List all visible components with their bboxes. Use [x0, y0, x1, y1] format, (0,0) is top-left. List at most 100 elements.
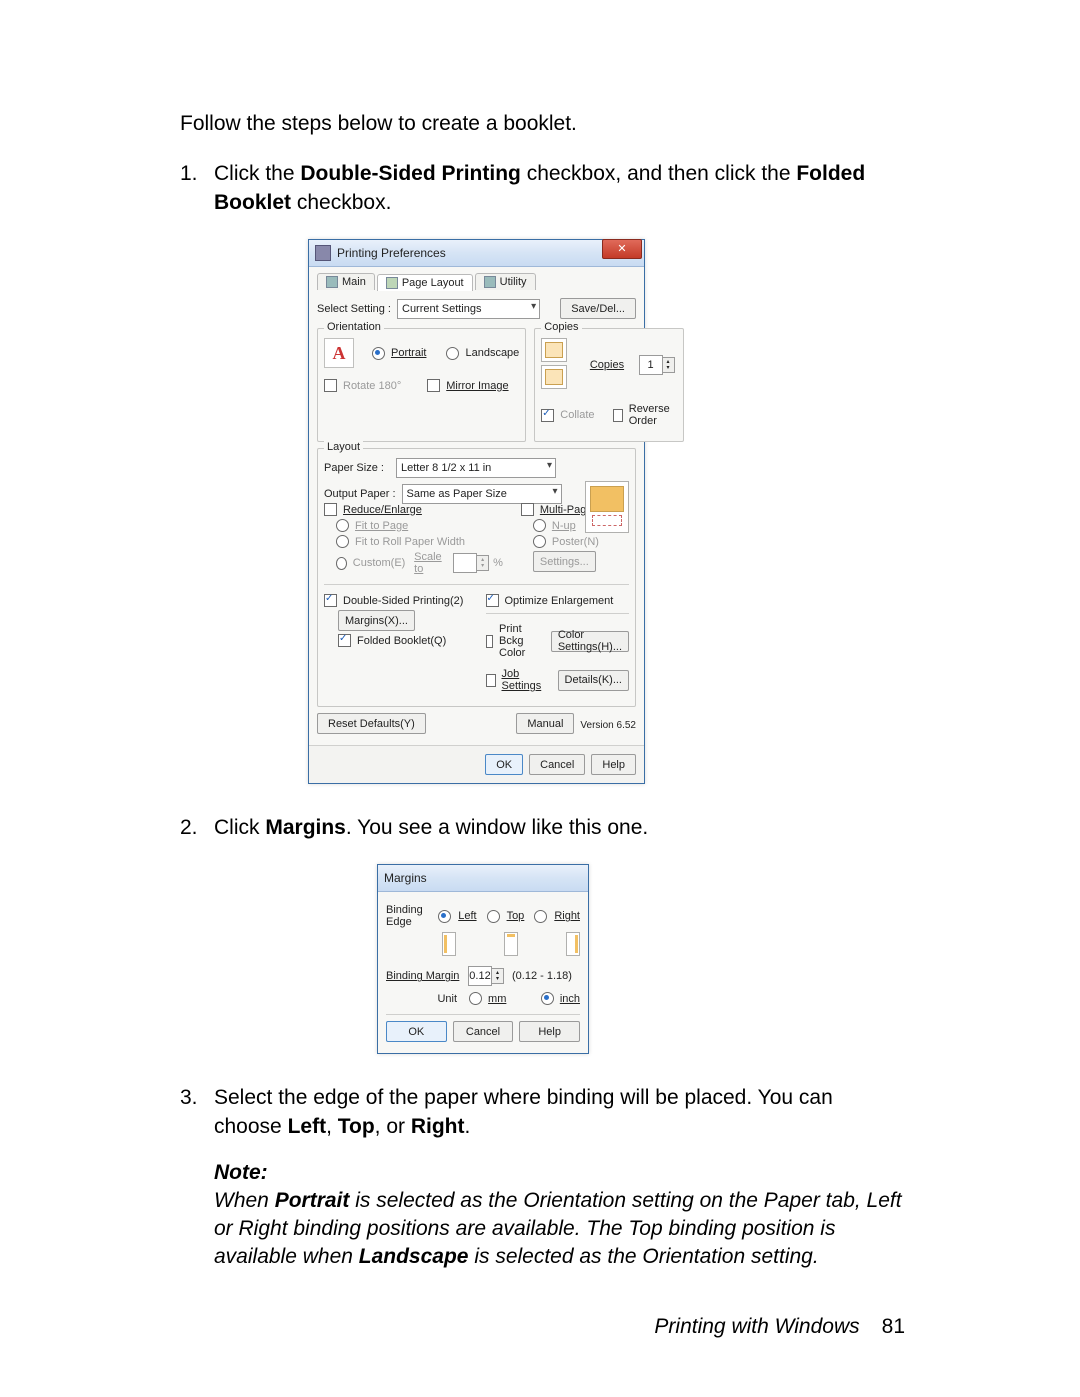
step-3-body: Select the edge of the paper where bindi… — [214, 1084, 905, 1270]
scale-to-label: Scale to — [414, 551, 446, 575]
print-bkg-label: Print Bckg Color — [499, 623, 539, 659]
collate-checkbox[interactable] — [541, 409, 554, 422]
edge-right-radio[interactable] — [534, 910, 547, 923]
tab-main[interactable]: Main — [317, 273, 375, 290]
job-settings-label: Job Settings — [502, 668, 546, 692]
tab-utility[interactable]: Utility — [475, 273, 536, 290]
step-2-body: Click Margins. You see a window like thi… — [214, 814, 905, 842]
margins-title: Margins — [384, 871, 584, 885]
cancel-button[interactable]: Cancel — [529, 754, 585, 775]
unit-inch-radio[interactable] — [541, 992, 554, 1005]
edge-left-icon — [442, 932, 456, 956]
collate-label: Collate — [560, 409, 594, 421]
job-settings-checkbox[interactable] — [486, 674, 496, 687]
custom-label: Custom(E) — [353, 557, 406, 569]
nup-label: N-up — [552, 520, 576, 532]
intro-text: Follow the steps below to create a bookl… — [180, 110, 905, 138]
step-3-num: 3. — [180, 1084, 214, 1270]
copies-spinner[interactable]: 1 — [639, 355, 663, 375]
mirror-label: Mirror Image — [446, 380, 508, 392]
margins-titlebar: Margins — [378, 865, 588, 892]
layout-tab-icon — [386, 277, 398, 289]
copies-frame: Copies Copies 1 Collate Reverse Order — [534, 328, 683, 442]
note-seg3: is selected as the Orientation setting. — [468, 1245, 818, 1268]
details-button[interactable]: Details(K)... — [558, 670, 629, 691]
manual-button[interactable]: Manual — [516, 713, 574, 734]
footer-page-number: 81 — [882, 1315, 905, 1338]
note-head: Note: — [214, 1159, 905, 1187]
optimize-enlargement-checkbox[interactable] — [486, 594, 499, 607]
page-footer: Printing with Windows81 — [654, 1315, 905, 1339]
rotate-checkbox[interactable] — [324, 379, 337, 392]
orientation-frame: Orientation A Portrait Landscape Rotate … — [317, 328, 526, 442]
print-bkg-checkbox[interactable] — [486, 635, 494, 648]
scale-spinner[interactable] — [453, 553, 477, 573]
close-icon[interactable] — [602, 239, 642, 259]
step3-b1: Left — [288, 1115, 327, 1138]
layout-preview-icon — [585, 481, 629, 533]
output-paper-dropdown[interactable]: Same as Paper Size — [402, 484, 562, 504]
color-settings-button[interactable]: Color Settings(H)... — [551, 631, 629, 652]
step-3: 3. Select the edge of the paper where bi… — [180, 1084, 905, 1270]
landscape-radio[interactable] — [446, 347, 459, 360]
binding-margin-spinner[interactable]: 0.12 — [468, 966, 492, 986]
margins-button[interactable]: Margins(X)... — [338, 610, 415, 631]
rotate-label: Rotate 180° — [343, 380, 401, 392]
unit-mm-label: mm — [488, 993, 506, 1005]
margins-ok-button[interactable]: OK — [386, 1021, 447, 1042]
printing-preferences-window: Printing Preferences Main Page Layout Ut… — [308, 239, 645, 784]
step-2-num: 2. — [180, 814, 214, 842]
select-setting-dropdown[interactable]: Current Settings — [397, 299, 540, 319]
tab-page-layout[interactable]: Page Layout — [377, 274, 473, 291]
help-button[interactable]: Help — [591, 754, 636, 775]
step1-mid: checkbox, and then click the — [521, 162, 797, 185]
select-setting-label: Select Setting : — [317, 303, 391, 315]
paper-size-label: Paper Size : — [324, 462, 390, 474]
edge-top-radio[interactable] — [487, 910, 500, 923]
nup-radio[interactable] — [533, 519, 546, 532]
poster-label: Poster(N) — [552, 536, 599, 548]
note-b1: Portrait — [275, 1189, 350, 1212]
save-del-button[interactable]: Save/Del... — [560, 298, 636, 319]
reverse-order-checkbox[interactable] — [613, 409, 622, 422]
reduce-enlarge-label: Reduce/Enlarge — [343, 504, 422, 516]
reset-defaults-button[interactable]: Reset Defaults(Y) — [317, 713, 426, 734]
margins-cancel-button[interactable]: Cancel — [453, 1021, 514, 1042]
fit-roll-radio[interactable] — [336, 535, 349, 548]
step3-b3: Right — [411, 1115, 465, 1138]
multipage-checkbox[interactable] — [521, 503, 534, 516]
printer-icon — [315, 245, 331, 261]
edge-top-label: Top — [507, 910, 525, 922]
step1-b1: Double-Sided Printing — [300, 162, 521, 185]
settings-button[interactable]: Settings... — [533, 551, 596, 572]
step3-post: . — [465, 1115, 471, 1138]
double-sided-label: Double-Sided Printing(2) — [343, 595, 463, 607]
utility-tab-icon — [484, 276, 496, 288]
portrait-label: Portrait — [391, 347, 426, 359]
folded-booklet-checkbox[interactable] — [338, 634, 351, 647]
folded-booklet-label: Folded Booklet(Q) — [357, 635, 446, 647]
fit-page-radio[interactable] — [336, 519, 349, 532]
ok-button[interactable]: OK — [485, 754, 523, 775]
edge-right-label: Right — [554, 910, 580, 922]
step2-post: . You see a window like this one. — [346, 816, 648, 839]
custom-radio[interactable] — [336, 557, 347, 570]
reduce-enlarge-checkbox[interactable] — [324, 503, 337, 516]
poster-radio[interactable] — [533, 535, 546, 548]
paper-size-dropdown[interactable]: Letter 8 1/2 x 11 in — [396, 458, 556, 478]
tab-bar: Main Page Layout Utility — [317, 273, 636, 290]
tab-utility-label: Utility — [500, 276, 527, 288]
portrait-radio[interactable] — [372, 347, 385, 360]
unit-mm-radio[interactable] — [469, 992, 482, 1005]
margins-help-button[interactable]: Help — [519, 1021, 580, 1042]
step3-c1: , — [326, 1115, 338, 1138]
tab-main-label: Main — [342, 276, 366, 288]
copies-label: Copies — [590, 359, 624, 371]
unit-inch-label: inch — [560, 993, 580, 1005]
edge-left-radio[interactable] — [438, 910, 451, 923]
mirror-checkbox[interactable] — [427, 379, 440, 392]
double-sided-checkbox[interactable] — [324, 594, 337, 607]
note-b2: Landscape — [359, 1245, 469, 1268]
layout-frame: Layout Paper Size : Letter 8 1/2 x 11 in… — [317, 448, 636, 707]
edge-left-label: Left — [458, 910, 476, 922]
